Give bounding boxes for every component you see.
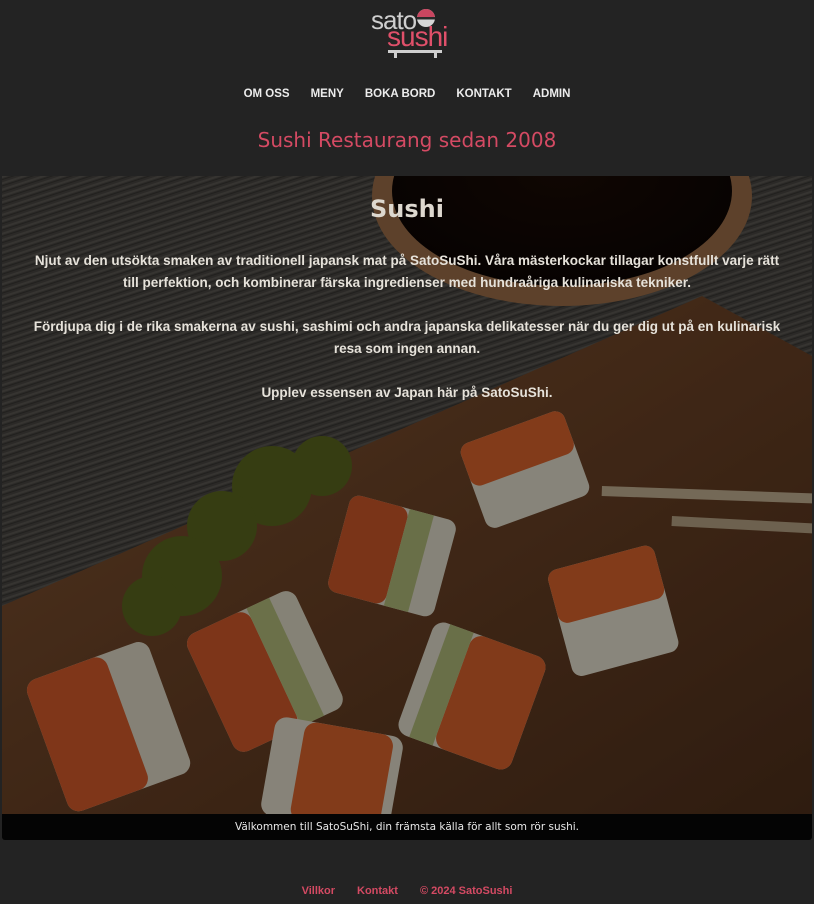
main-nav: OM OSS MENY BOKA BORD KONTAKT ADMIN (0, 86, 814, 104)
footer-copyright: © 2024 SatoSushi (419, 885, 513, 897)
hero-title: Sushi (370, 195, 444, 223)
hero-paragraph: Upplev essensen av Japan här på SatoSuSh… (261, 385, 553, 400)
nav-item-admin[interactable]: ADMIN (522, 86, 581, 104)
nav-item-boka-bord[interactable]: BOKA BORD (354, 86, 446, 104)
footer-terms-link[interactable]: Villkor (302, 884, 335, 898)
footer: Villkor Kontakt © 2024 SatoSushi (0, 884, 814, 898)
logo-board-leg (434, 53, 437, 58)
nav-item-meny[interactable]: MENY (300, 86, 354, 104)
welcome-banner: Välkommen till SatoSuShi, din främsta kä… (2, 814, 812, 840)
tagline: Sushi Restaurang sedan 2008 (257, 128, 557, 152)
nav-item-om-oss[interactable]: OM OSS (233, 86, 300, 104)
logo-board-leg (394, 53, 397, 58)
hero-paragraph: Njut av den utsökta smaken av traditione… (34, 253, 780, 290)
brand-logo[interactable]: sato sushi (370, 6, 448, 58)
hero-paragraph: Fördjupa dig i de rika smakerna av sushi… (33, 319, 781, 356)
nav-item-kontakt[interactable]: KONTAKT (446, 86, 522, 104)
sushi-ball-icon (417, 9, 435, 27)
hero-section: Sushi Njut av den utsökta smaken av trad… (2, 176, 812, 814)
footer-contact-link[interactable]: Kontakt (357, 884, 398, 898)
